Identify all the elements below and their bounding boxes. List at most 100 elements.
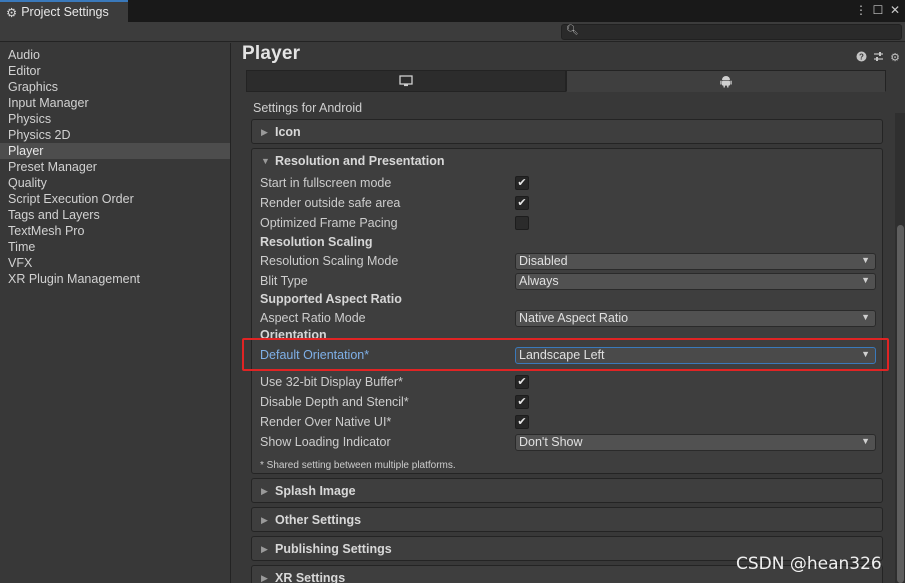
desktop-icon xyxy=(399,75,413,87)
sidebar-item-time[interactable]: Time xyxy=(0,239,230,255)
search-icon: 🔍︎ xyxy=(566,25,579,36)
shared-setting-note: * Shared setting between multiple platfo… xyxy=(260,460,456,471)
tab-android-platform[interactable] xyxy=(566,70,886,92)
row-show-loading-indicator: Show Loading Indicator Don't Show ▼ xyxy=(260,433,880,451)
watermark-text: CSDN @hean326 xyxy=(736,554,882,574)
tab-project-settings[interactable]: ⚙ Project Settings xyxy=(0,0,128,22)
svg-text:?: ? xyxy=(859,53,864,62)
default-orientation-value: Landscape Left xyxy=(519,348,605,362)
section-other-settings-label: Other Settings xyxy=(275,513,362,527)
row-32bit-display-buffer: Use 32-bit Display Buffer* ✔ xyxy=(260,373,880,391)
search-input[interactable]: 🔍︎ xyxy=(561,24,902,40)
close-icon[interactable]: ✕ xyxy=(889,3,901,17)
default-orientation-dropdown[interactable]: Landscape Left ▼ xyxy=(515,346,876,364)
sidebar-item-physics[interactable]: Physics xyxy=(0,111,230,127)
row-disable-depth-stencil: Disable Depth and Stencil* ✔ xyxy=(260,393,880,411)
orientation-heading: Orientation xyxy=(260,328,327,342)
32bit-display-buffer-label: Use 32-bit Display Buffer* xyxy=(260,375,403,389)
sidebar-item-xr-plugin-management[interactable]: XR Plugin Management xyxy=(0,271,230,287)
dropdown-caret-icon: ▼ xyxy=(861,435,870,446)
sidebar-item-script-execution-order[interactable]: Script Execution Order xyxy=(0,191,230,207)
show-loading-indicator-value: Don't Show xyxy=(519,435,583,449)
sidebar-item-player[interactable]: Player xyxy=(0,143,230,159)
section-resolution-presentation: ▼ Resolution and Presentation Start in f… xyxy=(251,148,883,474)
section-other-settings[interactable]: ▶ Other Settings xyxy=(251,507,883,532)
sidebar-item-editor[interactable]: Editor xyxy=(0,63,230,79)
expand-arrow-icon: ▶ xyxy=(261,126,268,137)
row-render-outside-safe-area: Render outside safe area ✔ xyxy=(260,194,880,212)
section-xr-settings-label: XR Settings xyxy=(275,571,346,583)
sidebar-item-tags-and-layers[interactable]: Tags and Layers xyxy=(0,207,230,223)
section-resolution-header[interactable]: ▼ Resolution and Presentation xyxy=(252,149,882,173)
sidebar-item-graphics[interactable]: Graphics xyxy=(0,79,230,95)
disable-depth-stencil-checkbox[interactable]: ✔ xyxy=(515,395,529,409)
section-splash-image[interactable]: ▶ Splash Image xyxy=(251,478,883,503)
dropdown-caret-icon: ▼ xyxy=(861,311,870,322)
maximize-icon[interactable]: ☐ xyxy=(872,3,884,17)
sidebar-item-physics-2d[interactable]: Physics 2D xyxy=(0,127,230,143)
help-icon[interactable]: ? xyxy=(856,51,867,65)
blit-type-value: Always xyxy=(519,274,559,288)
preset-icon[interactable] xyxy=(873,51,884,65)
section-resolution-label: Resolution and Presentation xyxy=(275,154,445,168)
supported-aspect-ratio-heading: Supported Aspect Ratio xyxy=(260,292,402,306)
resolution-scaling-mode-value: Disabled xyxy=(519,254,568,268)
section-splash-image-label: Splash Image xyxy=(275,484,356,498)
resolution-scaling-heading: Resolution Scaling xyxy=(260,235,373,249)
optimized-frame-pacing-checkbox[interactable] xyxy=(515,216,529,230)
window-controls: ⋮ ☐ ✕ xyxy=(855,3,901,17)
settings-for-label: Settings for Android xyxy=(253,101,363,115)
row-start-fullscreen: Start in fullscreen mode ✔ xyxy=(260,174,880,192)
row-default-orientation: Default Orientation* Landscape Left ▼ xyxy=(260,346,880,364)
aspect-ratio-mode-label: Aspect Ratio Mode xyxy=(260,311,366,325)
android-icon xyxy=(720,75,732,87)
row-resolution-scaling-mode: Resolution Scaling Mode Disabled ▼ xyxy=(260,252,880,270)
resolution-scaling-mode-dropdown[interactable]: Disabled ▼ xyxy=(515,252,876,270)
header-icons: ? ⚙ xyxy=(856,51,900,65)
settings-sidebar: Audio Editor Graphics Input Manager Phys… xyxy=(0,43,231,583)
sidebar-item-audio[interactable]: Audio xyxy=(0,47,230,63)
page-title: Player xyxy=(242,43,301,64)
sidebar-item-vfx[interactable]: VFX xyxy=(0,255,230,271)
render-outside-safe-area-checkbox[interactable]: ✔ xyxy=(515,196,529,210)
gear-icon[interactable]: ⚙ xyxy=(890,51,900,65)
tab-desktop-platform[interactable] xyxy=(246,70,566,92)
render-over-native-ui-label: Render Over Native UI* xyxy=(260,415,392,429)
expand-arrow-icon: ▶ xyxy=(261,485,268,496)
sidebar-item-textmesh-pro[interactable]: TextMesh Pro xyxy=(0,223,230,239)
section-publishing-settings-label: Publishing Settings xyxy=(275,542,392,556)
toolbar: 🔍︎ xyxy=(0,22,905,42)
start-fullscreen-checkbox[interactable]: ✔ xyxy=(515,176,529,190)
blit-type-dropdown[interactable]: Always ▼ xyxy=(515,272,876,290)
start-fullscreen-label: Start in fullscreen mode xyxy=(260,176,392,190)
scrollbar-thumb[interactable] xyxy=(897,225,904,583)
optimized-frame-pacing-label: Optimized Frame Pacing xyxy=(260,216,398,230)
row-optimized-frame-pacing: Optimized Frame Pacing xyxy=(260,214,880,232)
disable-depth-stencil-label: Disable Depth and Stencil* xyxy=(260,395,409,409)
platform-tabs xyxy=(246,70,886,92)
aspect-ratio-mode-value: Native Aspect Ratio xyxy=(519,311,629,325)
sidebar-item-preset-manager[interactable]: Preset Manager xyxy=(0,159,230,175)
section-icon[interactable]: ▶ Icon xyxy=(251,119,883,144)
blit-type-label: Blit Type xyxy=(260,274,308,288)
32bit-display-buffer-checkbox[interactable]: ✔ xyxy=(515,375,529,389)
row-blit-type: Blit Type Always ▼ xyxy=(260,272,880,290)
section-icon-label: Icon xyxy=(275,125,301,139)
tab-title: Project Settings xyxy=(21,5,109,19)
aspect-ratio-mode-dropdown[interactable]: Native Aspect Ratio ▼ xyxy=(515,309,876,327)
dropdown-caret-icon: ▼ xyxy=(861,254,870,265)
sidebar-item-input-manager[interactable]: Input Manager xyxy=(0,95,230,111)
show-loading-indicator-label: Show Loading Indicator xyxy=(260,435,391,449)
show-loading-indicator-dropdown[interactable]: Don't Show ▼ xyxy=(515,433,876,451)
expand-arrow-icon: ▶ xyxy=(261,514,268,525)
render-over-native-ui-checkbox[interactable]: ✔ xyxy=(515,415,529,429)
resolution-scaling-mode-label: Resolution Scaling Mode xyxy=(260,254,399,268)
dropdown-caret-icon: ▼ xyxy=(861,274,870,285)
expand-arrow-icon: ▶ xyxy=(261,572,268,583)
gear-icon: ⚙ xyxy=(6,5,18,20)
more-options-icon[interactable]: ⋮ xyxy=(855,3,867,17)
row-aspect-ratio-mode: Aspect Ratio Mode Native Aspect Ratio ▼ xyxy=(260,309,880,327)
sidebar-item-quality[interactable]: Quality xyxy=(0,175,230,191)
expand-arrow-icon: ▶ xyxy=(261,543,268,554)
default-orientation-label: Default Orientation* xyxy=(260,348,370,362)
